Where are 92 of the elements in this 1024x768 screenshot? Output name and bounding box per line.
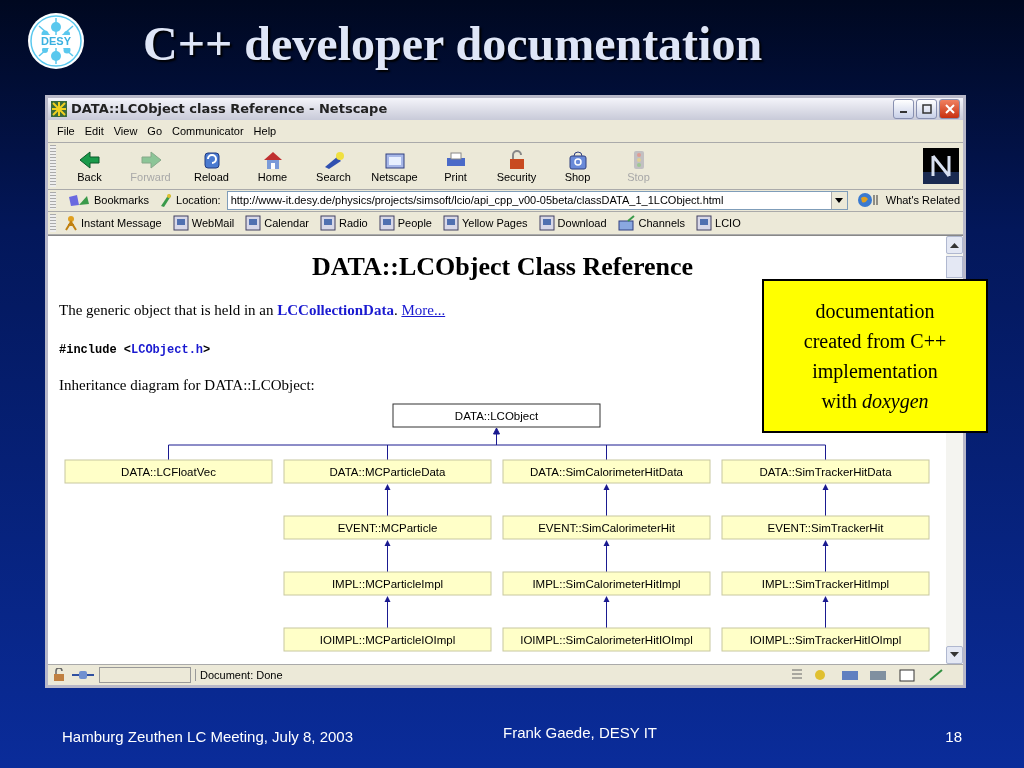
- header-link[interactable]: LCObject.h: [131, 343, 204, 358]
- class-node[interactable]: EVENT::MCParticle: [283, 515, 492, 540]
- footer-author: Frank Gaede, DESY IT: [503, 724, 657, 741]
- bookmark-page-icon: [442, 215, 459, 232]
- location-label: Location:: [176, 194, 221, 207]
- scroll-down-button[interactable]: [946, 646, 963, 665]
- toolbar-button[interactable]: Security: [487, 147, 546, 184]
- url-field[interactable]: http://www-it.desy.de/physics/projects/simsoft/lcio/api_cpp_v00-05beta/classDATA_1_1LCObject.html: [226, 191, 848, 210]
- menu-item[interactable]: File: [52, 122, 80, 139]
- inheritance-arrow: [822, 484, 829, 517]
- bookmark-link[interactable]: Yellow Pages: [437, 215, 533, 232]
- up-arrow-icon: [950, 242, 959, 249]
- toolbar-button[interactable]: Search: [304, 147, 363, 184]
- diagram-caption: Inheritance diagram for DATA::LCObject:: [59, 377, 316, 395]
- inheritance-arrow: [822, 540, 829, 573]
- maximize-button[interactable]: [916, 98, 937, 119]
- inheritance-arrow: [384, 540, 391, 573]
- bookmark-link[interactable]: WebMail: [167, 215, 240, 232]
- status-text: Document: Done: [195, 669, 786, 682]
- slide-title: C++ developer documentation: [143, 16, 763, 71]
- bookmark-page-icon: [538, 215, 555, 232]
- toolbar-button[interactable]: Netscape: [365, 147, 424, 184]
- inheritance-arrow: [603, 484, 610, 517]
- toolbar-grip[interactable]: [50, 214, 56, 233]
- inheritance-arrow: [384, 484, 391, 517]
- bookmark-link[interactable]: Radio: [314, 215, 373, 232]
- class-node[interactable]: EVENT::SimTrackerHit: [721, 515, 930, 540]
- channel-icon: [617, 215, 636, 232]
- class-node[interactable]: IOIMPL::MCParticleIOImpl: [283, 627, 492, 652]
- bookmark-page-icon: [378, 215, 395, 232]
- menu-item[interactable]: Communicator: [167, 122, 249, 139]
- bookmark-page-icon: [696, 215, 712, 232]
- caret-icon: [835, 198, 844, 203]
- plug-icon[interactable]: [71, 669, 95, 682]
- toolbar-button[interactable]: Shop: [548, 147, 607, 184]
- toolbar-button[interactable]: Print: [426, 147, 485, 184]
- toolbar-button[interactable]: Home: [243, 147, 302, 184]
- bookmark-page-icon: [172, 215, 189, 232]
- page-heading: DATA::LCObject Class Reference: [310, 252, 695, 283]
- bookmarks-button[interactable]: Bookmarks: [64, 193, 153, 208]
- class-node[interactable]: IOIMPL::SimTrackerHitIOImpl: [721, 627, 930, 652]
- class-node[interactable]: IOIMPL::SimCalorimeterHitIOImpl: [502, 627, 711, 652]
- down-arrow-icon: [950, 652, 959, 659]
- bookmark-link[interactable]: People: [373, 215, 437, 232]
- minimize-icon: [900, 111, 907, 114]
- whats-related-button[interactable]: What's Related: [853, 192, 963, 209]
- menu-item[interactable]: Help: [248, 122, 282, 139]
- inheritance-arrow: [822, 596, 829, 629]
- menu-item[interactable]: View: [108, 122, 143, 139]
- class-node[interactable]: DATA::LCFloatVec: [64, 459, 273, 484]
- bookmark-link[interactable]: Instant Message: [59, 215, 167, 232]
- inheritance-arrow: [384, 596, 391, 629]
- class-node[interactable]: DATA::LCObject: [392, 403, 601, 428]
- class-node[interactable]: IMPL::SimTrackerHitImpl: [721, 571, 930, 596]
- class-link[interactable]: LCCollectionData: [277, 302, 394, 319]
- padlock-icon[interactable]: [51, 668, 67, 683]
- menu-item[interactable]: Edit: [79, 122, 109, 139]
- close-icon: [944, 103, 955, 114]
- menu-item[interactable]: Go: [142, 122, 168, 139]
- callout-tooltip: documentation created from C++ implementation with doxygen: [762, 279, 988, 433]
- bookmark-page-icon: [319, 215, 336, 232]
- toolbar-button[interactable]: Reload: [182, 147, 241, 184]
- class-node[interactable]: DATA::SimCalorimeterHitData: [502, 459, 711, 484]
- maximize-icon: [921, 103, 932, 114]
- class-node[interactable]: DATA::MCParticleData: [283, 459, 492, 484]
- bookmark-book-icon: [67, 193, 91, 208]
- class-node[interactable]: EVENT::SimCalorimeterHit: [502, 515, 711, 540]
- toolbar-grip[interactable]: [50, 191, 56, 210]
- window-title: DATA::LCObject class Reference - Netscape: [71, 101, 388, 117]
- bookmark-link[interactable]: Channels: [612, 215, 690, 232]
- footer-text: Hamburg Zeuthen LC Meeting, July 8, 2003: [62, 728, 353, 745]
- bookmark-link[interactable]: Calendar: [240, 215, 314, 232]
- app-icon: [51, 100, 67, 117]
- scroll-thumb[interactable]: [946, 256, 963, 279]
- bookmark-page-icon: [245, 215, 262, 232]
- close-button[interactable]: [939, 98, 960, 119]
- logo-icon: DESY: [27, 12, 85, 70]
- toolbar-grip[interactable]: [50, 144, 56, 187]
- inheritance-arrow: [603, 596, 610, 629]
- inheritance-arrow: [603, 540, 610, 573]
- bookmark-link[interactable]: LCIO: [691, 215, 746, 232]
- page-number: 18: [945, 728, 962, 745]
- more-link[interactable]: More...: [401, 302, 446, 319]
- throbber-logo-icon: [923, 147, 959, 184]
- class-node[interactable]: IMPL::MCParticleImpl: [283, 571, 492, 596]
- class-node[interactable]: DATA::SimTrackerHitData: [721, 459, 930, 484]
- class-node[interactable]: IMPL::SimCalorimeterHitImpl: [502, 571, 711, 596]
- minimize-button[interactable]: [893, 98, 914, 119]
- person-icon: [64, 215, 78, 232]
- scroll-up-button[interactable]: [946, 236, 963, 255]
- toolbar-button[interactable]: Back: [60, 147, 119, 184]
- bookmark-link[interactable]: Download: [533, 215, 612, 232]
